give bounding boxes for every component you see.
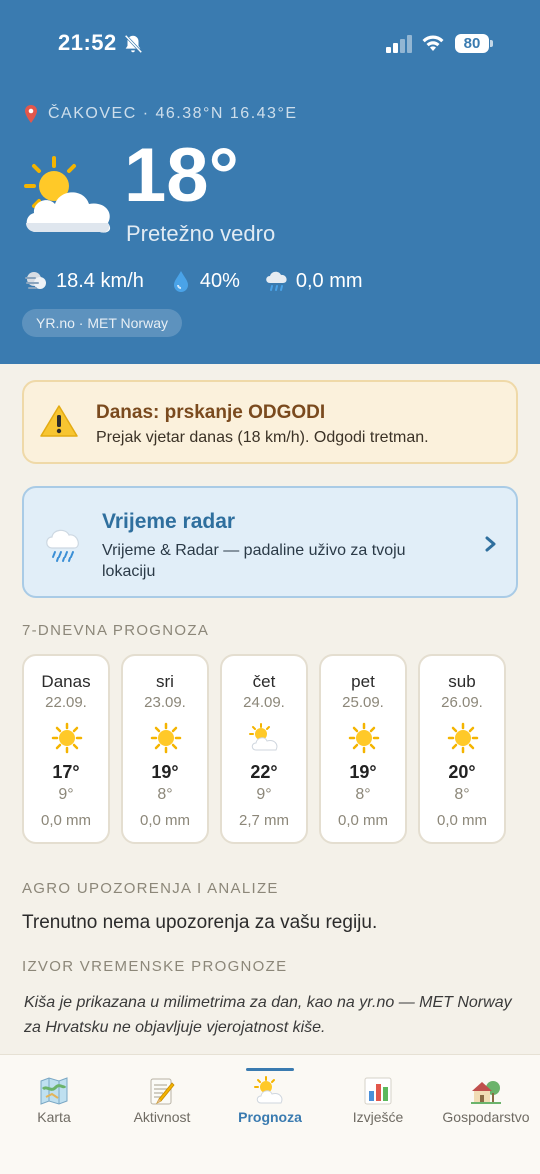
warning-icon [40, 405, 78, 437]
agro-section-label: AGRO UPOZORENJA I ANALIZE [22, 880, 279, 897]
forecast-section-label: 7-DNEVNA PROGNOZA [22, 622, 210, 639]
status-bar: 21:52 80 [0, 0, 540, 88]
source-badge[interactable]: YR.no · MET Norway [22, 309, 182, 337]
tab-izvjesce[interactable]: Izvješće [324, 1055, 432, 1174]
precipitation-value: 0,0 mm [295, 269, 363, 292]
humidity-value: 40% [199, 269, 240, 292]
forecast-max-temp: 19° [151, 762, 179, 782]
location-line: ČAKOVEC · 46.38°N 16.43°E [24, 105, 298, 123]
status-time: 21:52 [58, 30, 117, 55]
bell-off-icon [124, 34, 143, 54]
sun-icon [51, 722, 83, 754]
farmhouse-icon [471, 1081, 501, 1104]
radar-title: Vrijeme radar [102, 510, 236, 533]
tab-label: Izvješće [352, 1109, 404, 1125]
rain-cloud-icon [266, 271, 287, 291]
wind-metric: 18.4 km/h [24, 268, 144, 294]
precipitation-metric: 0,0 mm [264, 268, 363, 294]
bar-chart-icon [364, 1077, 392, 1105]
battery-icon: 80 [455, 34, 493, 53]
forecast-row: Danas 22.09. 17° 9° 0,0 mm sri 23.09. 19… [22, 654, 518, 844]
forecast-day-date: 25.09. [342, 694, 384, 711]
forecast-min-temp: 9° [58, 786, 74, 803]
alert-title: Danas: prskanje ODGODI [96, 402, 326, 423]
chevron-right-icon [485, 536, 496, 552]
forecast-day-name: pet [351, 672, 375, 691]
forecast-min-temp: 8° [355, 786, 371, 803]
forecast-day-date: 23.09. [144, 694, 186, 711]
current-temperature: 18° [124, 133, 239, 218]
forecast-rain: 2,7 mm [238, 812, 289, 829]
wind-icon [25, 272, 46, 289]
tab-aktivnost[interactable]: Aktivnost [108, 1055, 216, 1174]
forecast-day-name: Danas [41, 672, 91, 691]
current-condition: Pretežno vedro [126, 221, 276, 246]
tab-label: Karta [37, 1109, 71, 1125]
forecast-min-temp: 9° [256, 786, 272, 803]
forecast-min-temp: 8° [157, 786, 173, 803]
forecast-max-temp: 22° [250, 762, 278, 782]
source-section-label: IZVOR VREMENSKE PROGNOZE [22, 958, 288, 975]
forecast-rain: 0,0 mm [337, 812, 388, 829]
humidity-metric: 40% [168, 268, 240, 294]
sun-icon [348, 722, 380, 754]
current-metrics: 18.4 km/h 40% 0,0 mm [24, 266, 524, 296]
map-icon [40, 1077, 68, 1105]
forecast-day-date: 22.09. [45, 694, 87, 711]
sun-behind-cloud-icon [249, 723, 278, 751]
tab-label: Aktivnost [133, 1109, 191, 1125]
forecast-day-name: čet [252, 672, 276, 691]
source-note: Kiša je prikazana u milimetrima za dan, … [24, 994, 512, 1036]
tab-prognoza[interactable]: Prognoza [216, 1055, 324, 1174]
signal-icon [386, 35, 412, 53]
notepad-icon [150, 1078, 175, 1105]
tab-label: Prognoza [238, 1109, 302, 1125]
forecast-rain: 0,0 mm [436, 812, 487, 829]
weather-radar-card[interactable]: Vrijeme radar Vrijeme & Radar — padaline… [22, 486, 518, 598]
agro-status-text: Trenutno nema upozorenja za vašu regiju. [22, 912, 378, 933]
spray-alert-card[interactable]: Danas: prskanje ODGODI Prejak vjetar dan… [22, 380, 518, 464]
wifi-icon [422, 35, 444, 51]
forecast-day-card[interactable]: sri 23.09. 19° 8° 0,0 mm [121, 654, 209, 844]
sun-icon [150, 722, 182, 754]
forecast-day-card[interactable]: pet 25.09. 19° 8° 0,0 mm [319, 654, 407, 844]
forecast-day-card[interactable]: sub 26.09. 20° 8° 0,0 mm [418, 654, 506, 844]
tab-gospodarstvo[interactable]: Gospodarstvo [432, 1055, 540, 1174]
radar-description: Vrijeme & Radar — padaline uživo za tvoj… [102, 542, 406, 580]
droplet-icon [173, 271, 188, 292]
forecast-rain: 0,0 mm [139, 812, 190, 829]
sun-icon [447, 722, 479, 754]
weather-icon [254, 1076, 283, 1104]
forecast-day-card[interactable]: Danas 22.09. 17° 9° 0,0 mm [22, 654, 110, 844]
tab-label: Gospodarstvo [442, 1109, 530, 1125]
forecast-day-card[interactable]: čet 24.09. 22° 9° 2,7 mm [220, 654, 308, 844]
forecast-max-temp: 17° [52, 762, 80, 782]
tab-karta[interactable]: Karta [0, 1055, 108, 1174]
weather-header: 21:52 80 ČAKOVEC · 46.38°N 16.43°E 18° P… [0, 0, 540, 364]
location-pin-icon [25, 105, 37, 123]
forecast-day-name: sri [156, 672, 174, 691]
bottom-tab-bar: Karta Aktivnost Prognoza Izvješće Gospod… [0, 1054, 540, 1174]
rain-cloud-icon [46, 529, 79, 562]
location-text: ČAKOVEC · 46.38°N 16.43°E [48, 105, 298, 122]
sun-behind-cloud-icon [24, 156, 111, 233]
forecast-rain: 0,0 mm [40, 812, 91, 829]
forecast-max-temp: 20° [448, 762, 476, 782]
forecast-min-temp: 8° [454, 786, 470, 803]
wind-value: 18.4 km/h [56, 269, 144, 292]
alert-text: Prejak vjetar danas (18 km/h). Odgodi tr… [96, 429, 429, 446]
forecast-day-name: sub [448, 672, 476, 691]
forecast-day-date: 24.09. [243, 694, 285, 711]
forecast-max-temp: 19° [349, 762, 377, 782]
forecast-day-date: 26.09. [441, 694, 483, 711]
